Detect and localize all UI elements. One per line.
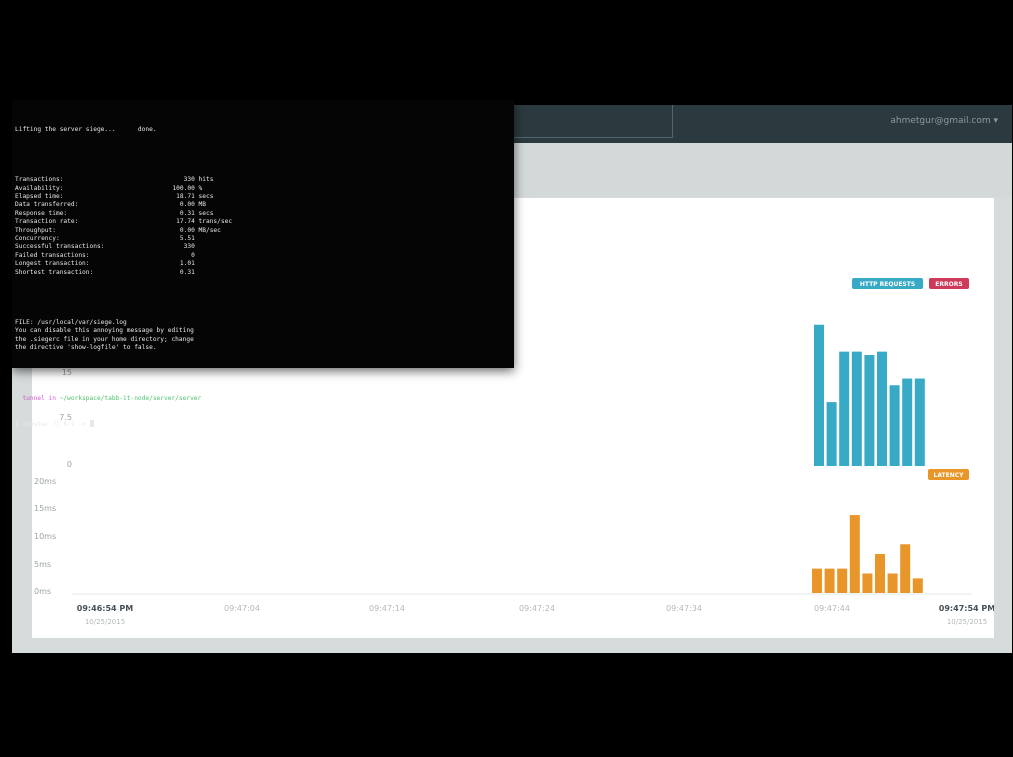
stat-row: Concurrency: 5.51	[15, 235, 232, 243]
stat-label: Concurrency:	[15, 234, 60, 242]
stat-row: Transaction rate: 17.74 trans/sec	[15, 218, 232, 226]
stat-value: 100.00 %	[165, 184, 203, 192]
x-tick-label: 09:47:44	[814, 604, 850, 613]
y-tick-label: 5ms	[34, 560, 51, 569]
latency-bar	[824, 568, 835, 593]
note-line: the directive 'show-logfile' to false.	[15, 344, 157, 352]
stat-row: Availability: 100.00 %	[15, 185, 232, 193]
x-tick-date: 10/25/2015	[85, 618, 125, 626]
text-cursor	[89, 419, 94, 427]
stat-label: Transaction rate:	[15, 218, 79, 226]
y-tick-label: 15ms	[34, 504, 56, 513]
x-tick-label: 09:47:24	[519, 604, 555, 613]
stat-row: Longest transaction: 1.01	[15, 260, 232, 268]
latency-bar	[849, 515, 860, 593]
y-tick-label: 20ms	[34, 477, 56, 486]
latency-bar	[887, 573, 898, 593]
prompt-text: $ (master ?) $-1 ->	[15, 420, 90, 428]
terminal-window[interactable]: Lifting the server siege... done. Transa…	[12, 100, 514, 428]
x-tick-label: 09:47:54 PM	[939, 604, 994, 613]
x-tick-label: 09:47:34	[666, 604, 702, 613]
stat-value: 0.00 MB/sec	[165, 226, 221, 234]
request-bar	[826, 402, 837, 466]
y-tick-label: 0ms	[34, 587, 51, 596]
y-tick-label: 10ms	[34, 532, 56, 541]
note-line: You can disable this annoying message by…	[15, 327, 194, 335]
stat-row: Elapsed time: 18.71 secs	[15, 193, 232, 201]
request-bar	[877, 351, 887, 466]
request-bar	[864, 355, 875, 466]
request-bar	[914, 378, 925, 466]
prompt-user: tunnel in	[15, 394, 60, 402]
stat-value: 17.74 trans/sec	[165, 218, 233, 226]
user-menu[interactable]: ahmetgur@gmail.com ▾	[890, 116, 998, 126]
stat-label: Data transferred:	[15, 201, 79, 209]
stat-row: Transactions: 330 hits	[15, 176, 232, 184]
stat-row: Shortest transaction: 0.31	[15, 269, 232, 277]
request-bar	[902, 378, 913, 466]
prompt-line: tunnel in ~/workspace/tabb-it-node/serve…	[15, 395, 232, 403]
stat-value: 330 hits	[165, 176, 214, 184]
stat-label: Longest transaction:	[15, 260, 90, 268]
stat-label: Availability:	[15, 184, 64, 192]
stat-value: 18.71 secs	[165, 193, 214, 200]
stat-value: 0.31 secs	[165, 209, 214, 217]
stat-label: Elapsed time:	[15, 193, 64, 200]
terminal-output: Lifting the server siege... done. Transa…	[15, 109, 232, 445]
legend-label: ERRORS	[935, 281, 962, 288]
stat-label: Successful transactions:	[15, 243, 105, 251]
stat-value: 0	[165, 251, 195, 259]
stat-row: Data transferred: 0.00 MB	[15, 201, 232, 209]
stat-value: 330	[165, 243, 195, 251]
stat-value: 5.51	[165, 234, 195, 242]
stat-row: Throughput: 0.00 MB/sec	[15, 227, 232, 235]
legend-label: LATENCY	[934, 472, 965, 479]
stat-label: Failed transactions:	[15, 251, 90, 259]
latency-bar	[862, 573, 873, 593]
request-bar	[851, 351, 862, 466]
stat-label: Transactions:	[15, 176, 64, 184]
latency-bar	[812, 568, 822, 593]
stat-value: 0.00 MB	[165, 201, 206, 209]
x-tick-label: 09:46:54 PM	[77, 604, 133, 613]
stat-row: Successful transactions: 330	[15, 243, 232, 251]
stat-row: Failed transactions: 0	[15, 252, 232, 260]
siege-notes: FILE: /usr/local/var/siege.log You can di…	[15, 319, 232, 353]
note-line: FILE: /usr/local/var/siege.log	[15, 318, 127, 326]
latency-bar	[912, 578, 923, 593]
request-bar	[839, 351, 850, 466]
x-tick-date: 10/25/2015	[947, 618, 987, 626]
latency-bar	[900, 544, 911, 593]
latency-bar	[875, 554, 885, 593]
prompt-input-line[interactable]: $ (master ?) $-1 ->	[15, 419, 232, 428]
prompt-path: ~/workspace/tabb-it-node/server/server	[59, 394, 202, 402]
note-line: the .siegerc file in your home directory…	[15, 335, 194, 343]
stat-label: Shortest transaction:	[15, 268, 94, 276]
stat-value: 1.01	[165, 260, 195, 268]
stat-row: Response time: 0.31 secs	[15, 210, 232, 218]
y-tick-label: 0	[67, 460, 72, 469]
x-tick-label: 09:47:04	[224, 604, 260, 613]
siege-stats: Transactions: 330 hits Availability: 100.…	[15, 176, 232, 277]
stat-label: Throughput:	[15, 226, 56, 234]
stat-value: 0.31	[165, 268, 195, 276]
request-bar	[889, 385, 900, 466]
x-tick-label: 09:47:14	[369, 604, 405, 613]
latency-bar	[837, 568, 848, 593]
stat-label: Response time:	[15, 209, 68, 217]
terminal-line: Lifting the server siege... done.	[15, 125, 157, 133]
legend-label: HTTP REQUESTS	[860, 281, 915, 288]
request-bar	[814, 324, 824, 466]
